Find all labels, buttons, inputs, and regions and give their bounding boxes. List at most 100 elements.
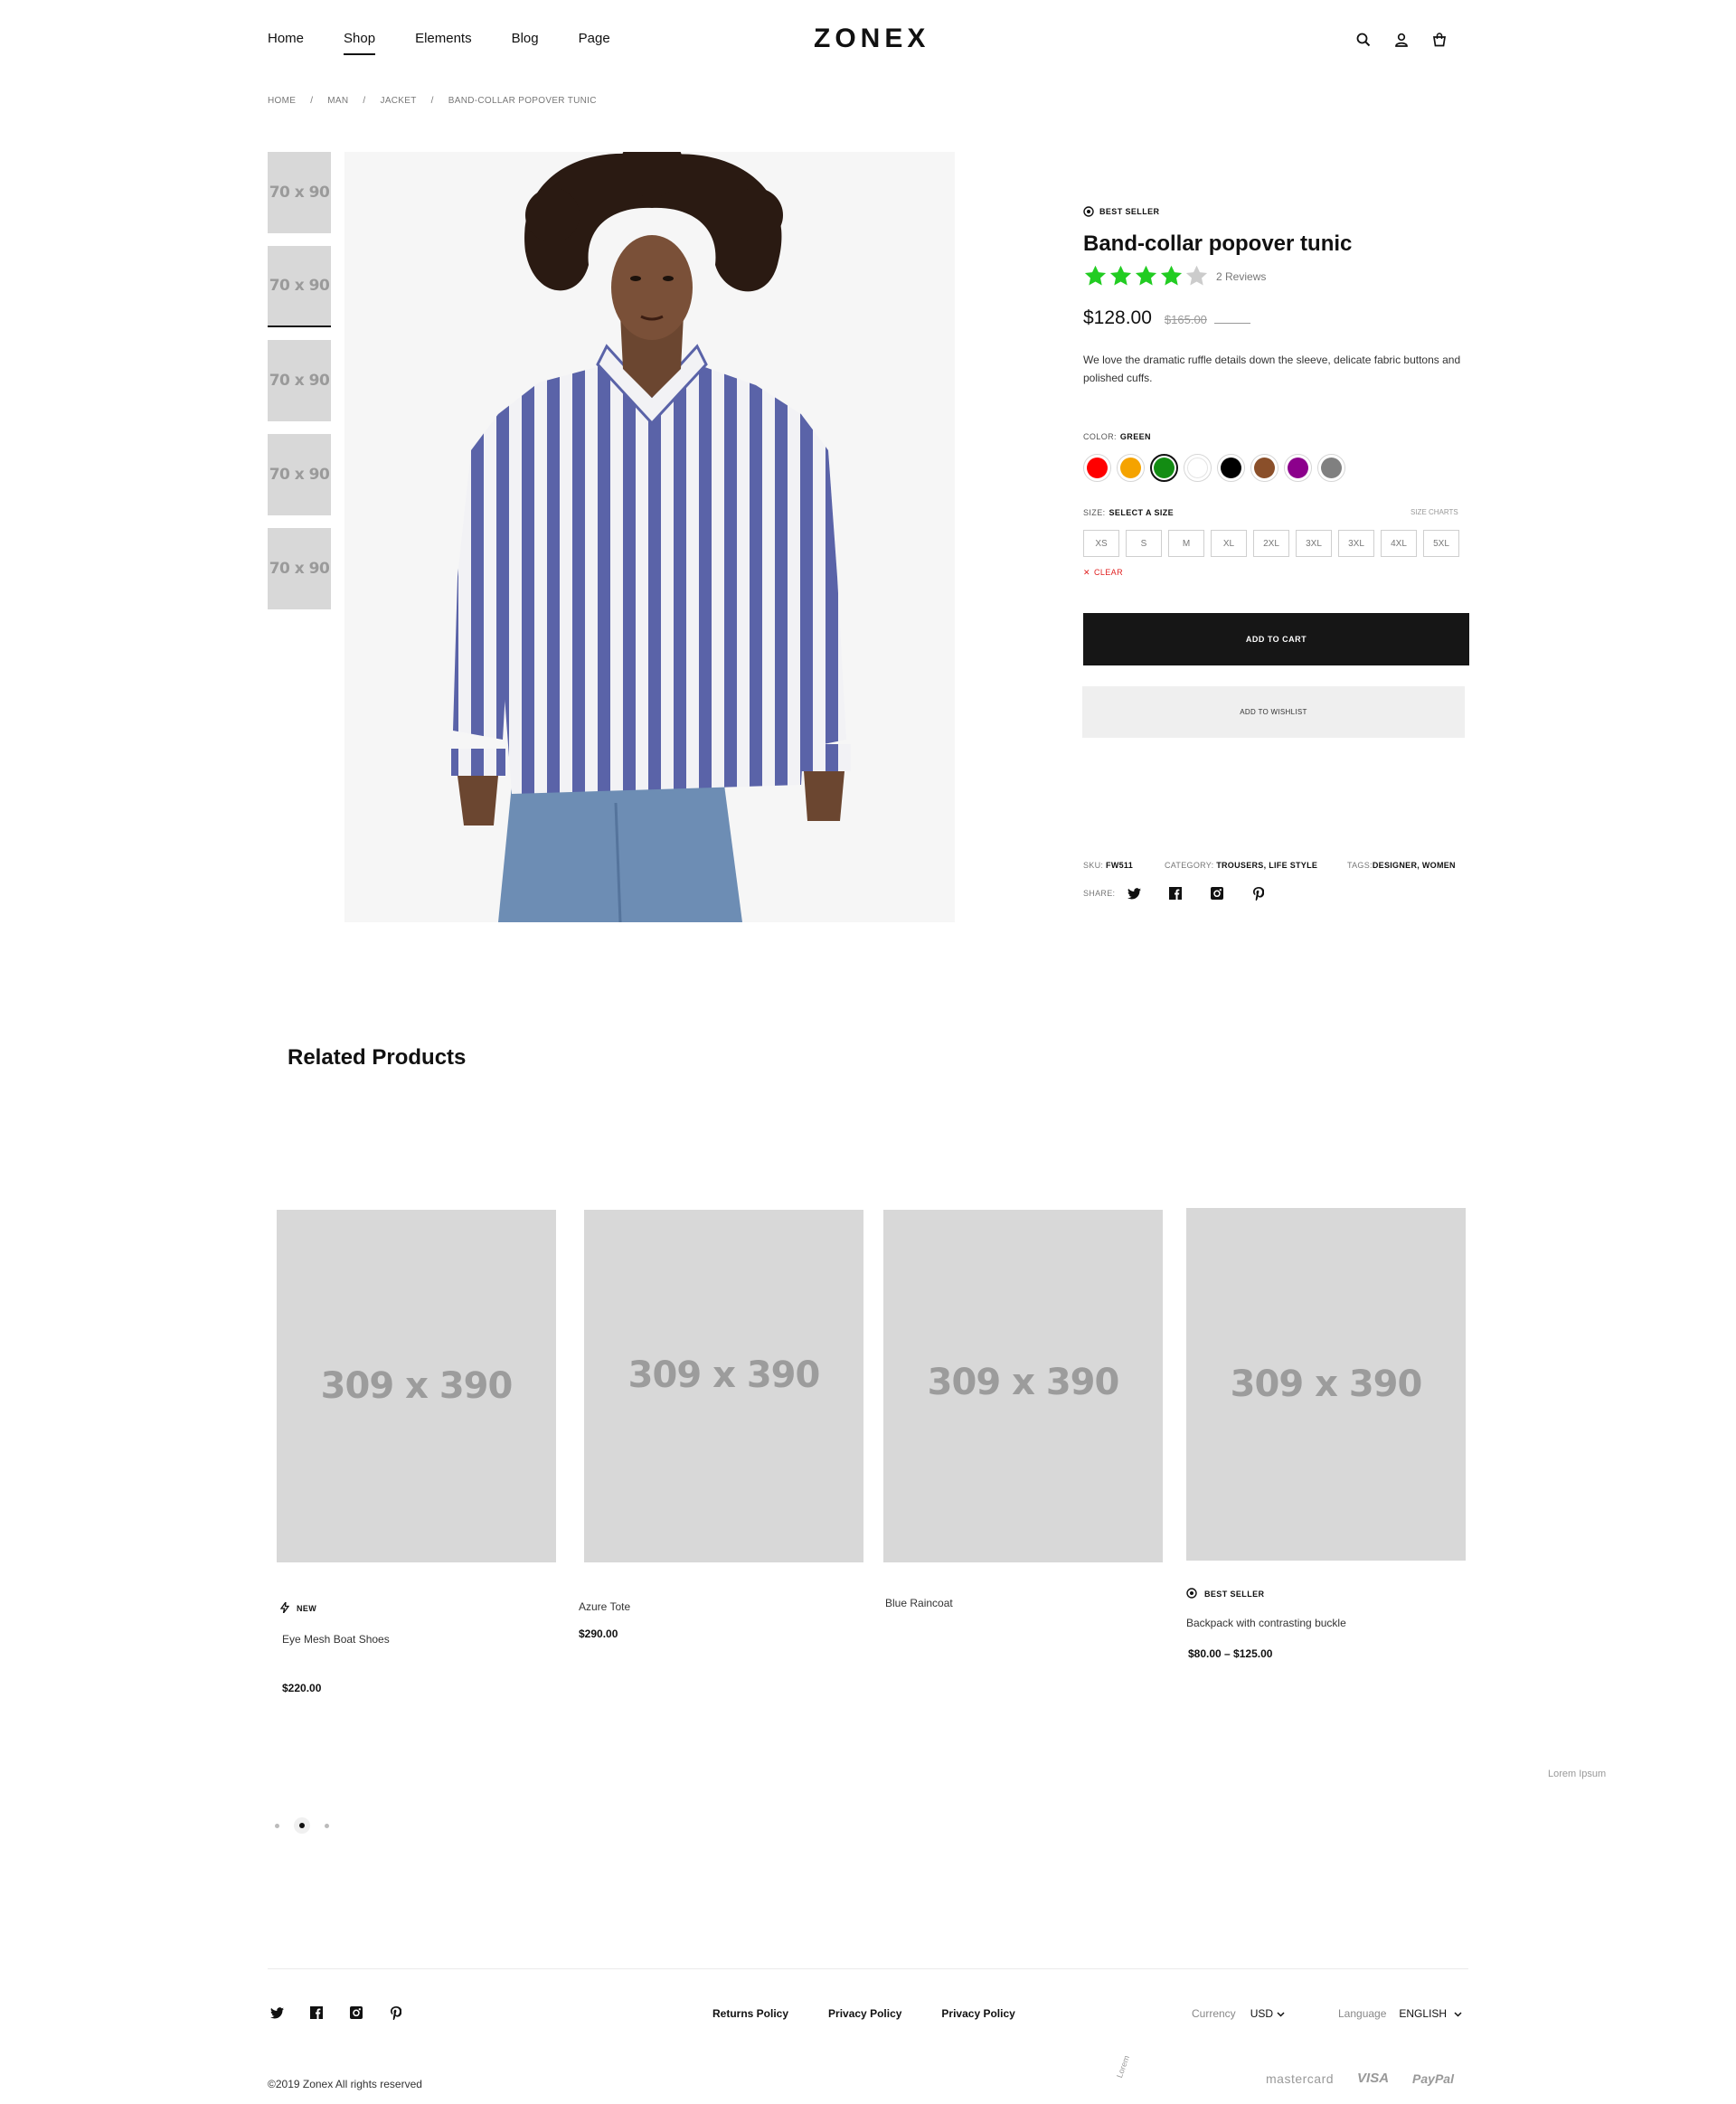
product-meta: SKU: FW511 CATEGORY: TROUSERS, LIFE STYL… xyxy=(1083,861,1472,870)
size-chart-link[interactable]: SIZE CHARTS xyxy=(1410,508,1458,516)
currency-dropdown[interactable]: USD xyxy=(1250,2007,1285,2020)
breadcrumb-man[interactable]: MAN xyxy=(327,96,348,106)
twitter-icon[interactable] xyxy=(1127,886,1141,901)
product-main-image[interactable] xyxy=(344,152,955,922)
product-card[interactable]: 309 x 390 BEST SELLER Backpack with cont… xyxy=(1186,1208,1466,1660)
color-dot xyxy=(1187,458,1208,478)
best-seller-badge: BEST SELLER xyxy=(1186,1588,1264,1600)
color-swatch[interactable] xyxy=(1184,454,1212,482)
pinterest-icon[interactable] xyxy=(1251,886,1266,901)
breadcrumb-current: BAND-COLLAR POPOVER TUNIC xyxy=(448,96,597,106)
color-dot xyxy=(1288,458,1308,478)
color-dot xyxy=(1087,458,1108,478)
pinterest-icon[interactable] xyxy=(389,2005,403,2020)
product-card-name[interactable]: Blue Raincoat xyxy=(885,1597,953,1609)
color-swatch[interactable] xyxy=(1117,454,1145,482)
product-card-image[interactable]: 309 x 390 xyxy=(584,1210,863,1562)
facebook-icon[interactable] xyxy=(309,2005,324,2020)
size-option[interactable]: 4XL xyxy=(1381,530,1417,557)
product-card-price: $80.00 – $125.00 xyxy=(1188,1647,1273,1660)
thumbnail[interactable]: 70 x 90 xyxy=(268,434,331,515)
footer-social xyxy=(269,2005,403,2020)
thumbnail[interactable]: 70 x 90 xyxy=(268,246,331,327)
product-card[interactable]: 309 x 390 NEW Eye Mesh Boat Shoes $220.0… xyxy=(277,1210,556,1694)
size-option[interactable]: 3XL xyxy=(1338,530,1374,557)
pagination-dot[interactable] xyxy=(325,1823,329,1828)
size-option[interactable]: 5XL xyxy=(1423,530,1459,557)
privacy-policy-link[interactable]: Privacy Policy xyxy=(941,2007,1014,2020)
color-swatches xyxy=(1083,454,1345,482)
thumbnail[interactable]: 70 x 90 xyxy=(268,340,331,421)
selected-size: SELECT A SIZE xyxy=(1109,508,1175,517)
clear-selection[interactable]: ✕ CLEAR xyxy=(1083,568,1123,578)
color-label: COLOR: GREEN xyxy=(1083,432,1151,441)
main-nav: Home Shop Elements Blog Page xyxy=(268,31,650,55)
product-card[interactable]: 309 x 390 Blue Raincoat xyxy=(883,1210,1163,1609)
reviews-link[interactable]: 2 Reviews xyxy=(1216,270,1266,283)
product-card[interactable]: 309 x 390 Azure Tote $290.00 xyxy=(579,1210,863,1640)
star-filled-icon xyxy=(1160,265,1183,286)
color-swatch[interactable] xyxy=(1150,454,1178,482)
size-option[interactable]: M xyxy=(1168,530,1204,557)
instagram-icon[interactable] xyxy=(349,2005,363,2020)
star-filled-icon xyxy=(1135,265,1157,286)
color-swatch[interactable] xyxy=(1284,454,1312,482)
size-option[interactable]: XS xyxy=(1083,530,1119,557)
cart-icon[interactable] xyxy=(1430,31,1448,49)
product-rating[interactable]: 2 Reviews xyxy=(1083,264,1266,288)
size-option[interactable]: S xyxy=(1126,530,1162,557)
user-icon[interactable] xyxy=(1392,31,1410,49)
product-card-price: $290.00 xyxy=(579,1628,618,1640)
color-swatch[interactable] xyxy=(1217,454,1245,482)
thumbnail[interactable]: 70 x 90 xyxy=(268,152,331,233)
badge-icon xyxy=(1083,206,1094,217)
thumbnail[interactable]: 70 x 90 xyxy=(268,528,331,609)
size-option[interactable]: 2XL xyxy=(1253,530,1289,557)
pagination-dot[interactable] xyxy=(275,1823,279,1828)
breadcrumb: HOME / MAN / JACKET / BAND-COLLAR POPOVE… xyxy=(268,96,597,106)
instagram-icon[interactable] xyxy=(1210,886,1224,901)
selected-color: GREEN xyxy=(1119,432,1151,441)
product-card-image[interactable]: 309 x 390 xyxy=(883,1210,1163,1562)
model-photo xyxy=(344,152,955,922)
star-rating xyxy=(1083,264,1209,288)
twitter-icon[interactable] xyxy=(269,2005,284,2020)
thumbnail-list: 70 x 90 70 x 90 70 x 90 70 x 90 70 x 90 xyxy=(268,152,331,622)
star-filled-icon xyxy=(1084,265,1107,286)
old-price: $165.00 xyxy=(1164,313,1207,326)
add-to-wishlist-button[interactable]: ADD TO WISHLIST xyxy=(1082,686,1465,738)
size-option[interactable]: 3XL xyxy=(1296,530,1332,557)
breadcrumb-jacket[interactable]: JACKET xyxy=(381,96,417,106)
pagination-dot-active[interactable] xyxy=(294,1817,310,1834)
chevron-down-icon xyxy=(1277,2007,1285,2020)
size-option[interactable]: XL xyxy=(1211,530,1247,557)
product-description: We love the dramatic ruffle details down… xyxy=(1083,354,1461,384)
search-icon[interactable] xyxy=(1354,31,1373,49)
color-swatch[interactable] xyxy=(1317,454,1345,482)
language-dropdown[interactable]: ENGLISH xyxy=(1399,2007,1462,2020)
currency-selector: Currency USD xyxy=(1192,2007,1285,2020)
product-card-price: $220.00 xyxy=(282,1682,322,1694)
product-card-image[interactable]: 309 x 390 xyxy=(277,1210,556,1562)
product-card-name[interactable]: Azure Tote xyxy=(579,1600,630,1613)
product-card-image[interactable]: 309 x 390 xyxy=(1186,1208,1466,1561)
breadcrumb-home[interactable]: HOME xyxy=(268,96,296,106)
facebook-icon[interactable] xyxy=(1168,886,1183,901)
nav-shop[interactable]: Shop xyxy=(344,31,376,55)
product-card-name[interactable]: Backpack with contrasting buckle xyxy=(1186,1617,1346,1629)
nav-elements[interactable]: Elements xyxy=(415,31,472,46)
nav-blog[interactable]: Blog xyxy=(512,31,539,46)
nav-home[interactable]: Home xyxy=(268,31,304,46)
current-price: $128.00 xyxy=(1083,307,1152,328)
tags: TAGS:DESIGNER, WOMEN xyxy=(1347,861,1456,870)
color-swatch[interactable] xyxy=(1250,454,1278,482)
site-logo[interactable]: ZONEX xyxy=(814,24,929,54)
privacy-policy-link[interactable]: Privacy Policy xyxy=(828,2007,901,2020)
returns-policy-link[interactable]: Returns Policy xyxy=(712,2007,788,2020)
color-dot xyxy=(1221,458,1241,478)
nav-page[interactable]: Page xyxy=(579,31,610,46)
product-card-name[interactable]: Eye Mesh Boat Shoes xyxy=(282,1633,390,1646)
footer-links: Returns Policy Privacy Policy Privacy Po… xyxy=(712,2007,1015,2020)
color-swatch[interactable] xyxy=(1083,454,1111,482)
add-to-cart-button[interactable]: ADD TO CART xyxy=(1083,613,1469,665)
